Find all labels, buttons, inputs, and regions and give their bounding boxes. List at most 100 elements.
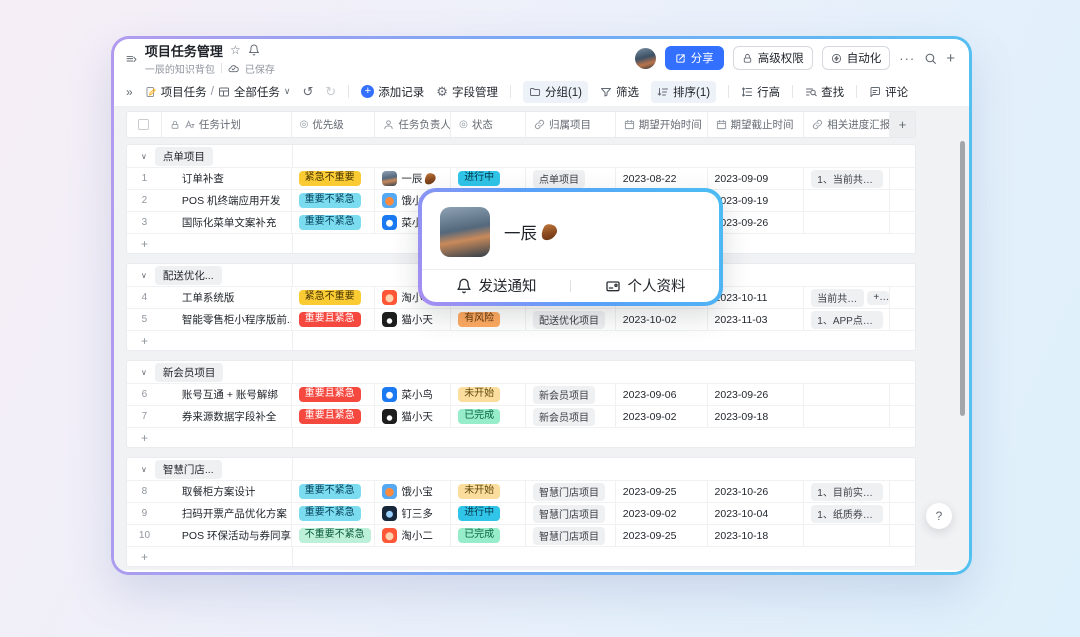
- automation-button[interactable]: 自动化: [822, 46, 891, 70]
- task-cell[interactable]: 券来源数据字段补全: [162, 406, 292, 427]
- column-header-start[interactable]: 期望开始时间: [616, 112, 708, 137]
- field-manage-button[interactable]: ⚙ 字段管理: [436, 84, 498, 100]
- bell-icon[interactable]: [248, 44, 260, 56]
- priority-badge[interactable]: 重要不紧急: [299, 193, 361, 209]
- assignee-cell[interactable]: 淘小二: [375, 525, 451, 546]
- status-cell[interactable]: 已完成: [451, 525, 526, 546]
- report-tag[interactable]: 当前共计...: [811, 289, 864, 307]
- priority-badge[interactable]: 重要不紧急: [299, 506, 361, 522]
- expand-sidebar-icon[interactable]: »: [126, 85, 133, 99]
- task-cell[interactable]: 扫码开票产品优化方案: [162, 503, 292, 524]
- select-all-checkbox[interactable]: [138, 119, 149, 130]
- start-date-cell[interactable]: 2023-10-02: [616, 309, 708, 330]
- row-number-cell[interactable]: 7: [127, 406, 162, 427]
- report-cell[interactable]: [804, 212, 890, 233]
- project-cell[interactable]: 智慧门店项目: [526, 481, 616, 502]
- task-cell[interactable]: 国际化菜单文案补充: [162, 212, 292, 233]
- filter-button[interactable]: 筛选: [600, 84, 639, 100]
- user-avatar[interactable]: [635, 48, 656, 69]
- assignee-cell[interactable]: 猫小天: [375, 406, 451, 427]
- new-tab-plus-icon[interactable]: +: [946, 50, 955, 67]
- report-cell[interactable]: [804, 190, 890, 211]
- end-date-cell[interactable]: 2023-09-18: [708, 406, 805, 427]
- priority-cell[interactable]: 重要且紧急: [292, 309, 376, 330]
- table-row[interactable]: 5智能零售柜小程序版前...重要且紧急猫小天有风险配送优化项目2023-10-0…: [127, 308, 915, 330]
- task-cell[interactable]: POS 机终端应用开发: [162, 190, 292, 211]
- workspace-name[interactable]: 一辰的知识背包: [145, 61, 215, 76]
- status-cell[interactable]: 未开始: [451, 481, 526, 502]
- start-date-cell[interactable]: 2023-09-02: [616, 503, 708, 524]
- status-badge[interactable]: 已完成: [458, 528, 500, 544]
- priority-cell[interactable]: 重要且紧急: [292, 406, 376, 427]
- vertical-scrollbar[interactable]: [960, 141, 965, 416]
- report-tag[interactable]: 1、当前共计已...: [811, 170, 883, 188]
- status-cell[interactable]: 未开始: [451, 384, 526, 405]
- redo-icon[interactable]: ↻: [325, 84, 336, 100]
- find-button[interactable]: 查找: [805, 84, 844, 100]
- table-row[interactable]: 8取餐柜方案设计重要不紧急饿小宝未开始智慧门店项目2023-09-252023-…: [127, 480, 915, 502]
- row-number-cell[interactable]: 6: [127, 384, 162, 405]
- status-badge[interactable]: 已完成: [458, 409, 500, 425]
- task-cell[interactable]: POS 环保活动与券同享: [162, 525, 292, 546]
- sort-button[interactable]: 排序(1): [651, 81, 716, 103]
- task-cell[interactable]: 订单补查: [162, 168, 292, 189]
- more-menu-icon[interactable]: ···: [899, 51, 915, 66]
- end-date-cell[interactable]: 2023-09-09: [708, 168, 805, 189]
- row-number-cell[interactable]: 8: [127, 481, 162, 502]
- add-row-button[interactable]: +: [127, 427, 915, 447]
- report-tag[interactable]: +1: [867, 291, 889, 305]
- project-cell[interactable]: 点单项目: [526, 168, 616, 189]
- report-tag[interactable]: 1、APP点单第...: [811, 311, 883, 329]
- help-button[interactable]: ?: [926, 503, 952, 529]
- add-record-button[interactable]: + 添加记录: [361, 84, 424, 100]
- start-date-cell[interactable]: 2023-09-25: [616, 525, 708, 546]
- task-cell[interactable]: 智能零售柜小程序版前...: [162, 309, 292, 330]
- end-date-cell[interactable]: 2023-11-03: [708, 309, 805, 330]
- table-row[interactable]: 9扫码开票产品优化方案重要不紧急钉三多进行中智慧门店项目2023-09-0220…: [127, 502, 915, 524]
- assignee-cell[interactable]: 一辰: [375, 168, 451, 189]
- report-cell[interactable]: [804, 406, 890, 427]
- group-name-tag[interactable]: 配送优化...: [155, 266, 222, 285]
- send-notification-button[interactable]: 发送通知: [422, 270, 570, 302]
- status-badge[interactable]: 未开始: [458, 484, 500, 500]
- view-breadcrumb[interactable]: 项目任务 / 全部任务 ∨: [145, 84, 291, 100]
- priority-cell[interactable]: 重要不紧急: [292, 212, 376, 233]
- status-cell[interactable]: 已完成: [451, 406, 526, 427]
- assignee-cell[interactable]: 菜小鸟: [375, 384, 451, 405]
- report-cell[interactable]: 1、当前共计已...: [804, 168, 890, 189]
- project-tag[interactable]: 智慧门店项目: [533, 483, 605, 501]
- start-date-cell[interactable]: 2023-09-06: [616, 384, 708, 405]
- priority-cell[interactable]: 重要不紧急: [292, 481, 376, 502]
- end-date-cell[interactable]: 2023-10-04: [708, 503, 805, 524]
- end-date-cell[interactable]: 2023-10-18: [708, 525, 805, 546]
- priority-cell[interactable]: 不重要不紧急: [292, 525, 376, 546]
- group-name-tag[interactable]: 智慧门店...: [155, 460, 222, 479]
- group-name-tag[interactable]: 点单项目: [155, 147, 213, 166]
- priority-badge[interactable]: 重要且紧急: [299, 409, 361, 425]
- project-tag[interactable]: 智慧门店项目: [533, 505, 605, 523]
- start-date-cell[interactable]: 2023-09-02: [616, 406, 708, 427]
- priority-cell[interactable]: 重要不紧急: [292, 503, 376, 524]
- comment-button[interactable]: 评论: [869, 84, 908, 100]
- project-cell[interactable]: 智慧门店项目: [526, 503, 616, 524]
- project-cell[interactable]: 智慧门店项目: [526, 525, 616, 546]
- priority-cell[interactable]: 紧急不重要: [292, 168, 376, 189]
- row-number-cell[interactable]: 9: [127, 503, 162, 524]
- group-button[interactable]: 分组(1): [523, 81, 588, 103]
- group-collapse-chevron-icon[interactable]: ∨: [141, 271, 147, 280]
- group-name-tag[interactable]: 新会员项目: [155, 363, 224, 382]
- priority-badge[interactable]: 重要不紧急: [299, 215, 361, 231]
- task-cell[interactable]: 工单系统版: [162, 287, 292, 308]
- end-date-cell[interactable]: 2023-10-26: [708, 481, 805, 502]
- report-cell[interactable]: [804, 525, 890, 546]
- table-row[interactable]: 1订单补查紧急不重要一辰进行中点单项目2023-08-222023-09-091…: [127, 167, 915, 189]
- report-cell[interactable]: 1、APP点单第...: [804, 309, 890, 330]
- column-header-status[interactable]: ◎状态: [451, 112, 526, 137]
- row-number-cell[interactable]: 3: [127, 212, 162, 233]
- priority-badge[interactable]: 重要且紧急: [299, 312, 361, 328]
- column-header-end[interactable]: 期望截止时间: [708, 112, 805, 137]
- group-collapse-chevron-icon[interactable]: ∨: [141, 465, 147, 474]
- report-cell[interactable]: 当前共计...+1: [804, 287, 890, 308]
- column-header-task[interactable]: 任务计划: [162, 112, 292, 137]
- start-date-cell[interactable]: 2023-08-22: [616, 168, 708, 189]
